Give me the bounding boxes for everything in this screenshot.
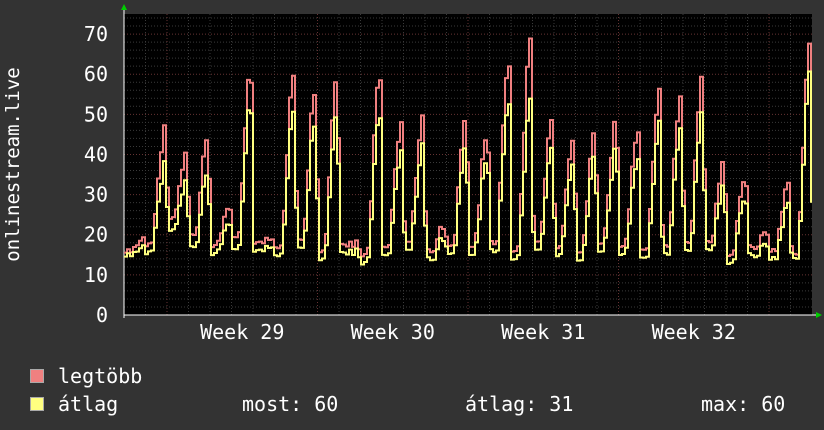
legend-swatch-avg — [30, 397, 44, 411]
x-tick-label: Week 31 — [501, 320, 585, 344]
y-tick-label: 50 — [84, 102, 108, 126]
y-tick-label: 40 — [84, 142, 108, 166]
y-axis-label: onlinestream.live — [2, 67, 24, 261]
x-axis-arrow-icon — [816, 312, 822, 318]
y-tick-label: 30 — [84, 183, 108, 207]
stat-now: most: 60 — [242, 392, 339, 416]
legend-item-avg: átlag — [30, 390, 142, 418]
y-tick-label: 10 — [84, 263, 108, 287]
legend-swatch-max — [30, 369, 44, 383]
x-tick-label: Week 29 — [200, 320, 284, 344]
legend-item-max: legtöbb — [30, 362, 142, 390]
x-tick-label: Week 32 — [652, 320, 736, 344]
x-tick-label: Week 30 — [351, 320, 435, 344]
stat-avg: átlag: 31 — [465, 392, 574, 416]
legend: legtöbb átlag — [30, 362, 142, 418]
legend-label-avg: átlag — [58, 392, 119, 416]
stat-max: max: 60 — [701, 392, 786, 416]
legend-label-max: legtöbb — [58, 364, 143, 388]
y-axis-arrow-icon — [121, 4, 127, 10]
y-tick-label: 0 — [96, 303, 108, 327]
y-tick-label: 20 — [84, 223, 108, 247]
y-tick-label: 70 — [84, 22, 108, 46]
y-tick-label: 60 — [84, 62, 108, 86]
